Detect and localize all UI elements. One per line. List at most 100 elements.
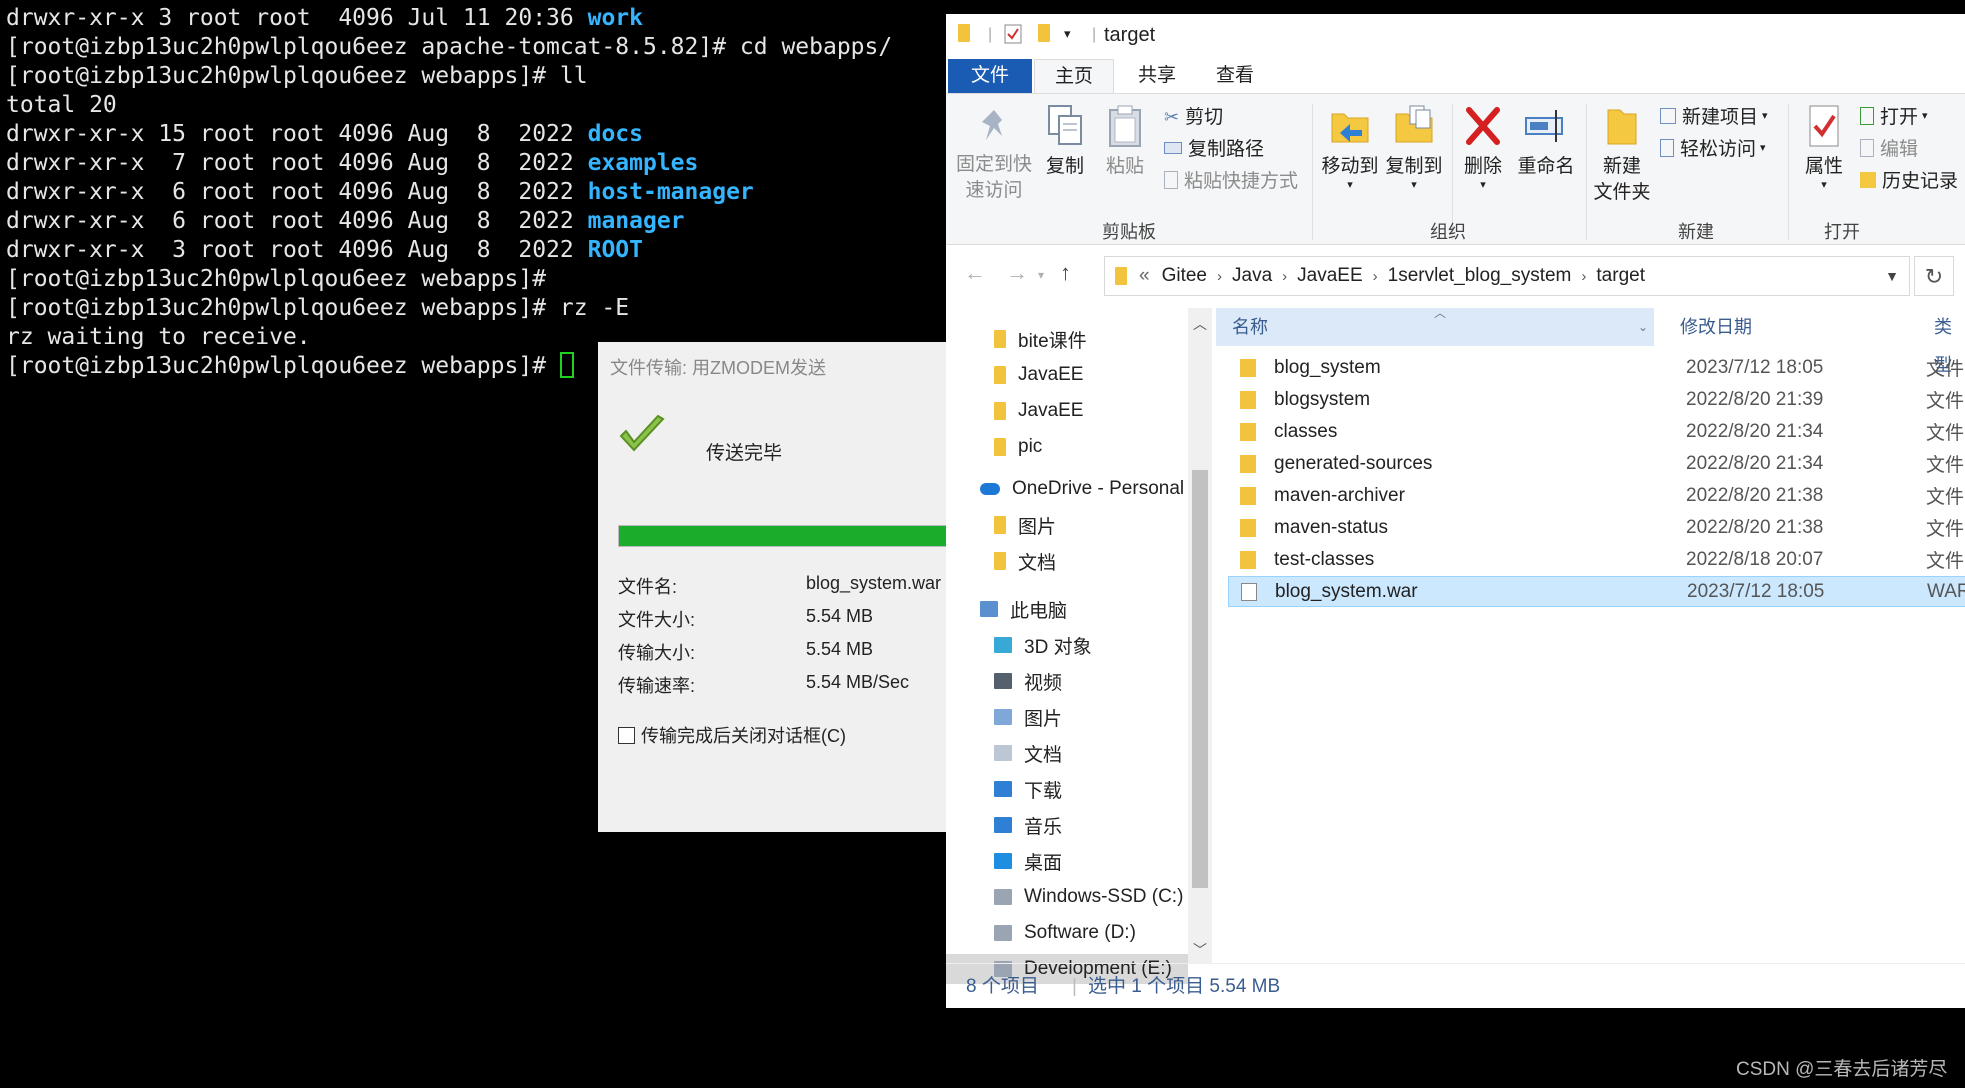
column-header-name[interactable]: 名称 ︿ ⌄ xyxy=(1216,306,1654,346)
tab-view[interactable]: 查看 xyxy=(1200,59,1270,93)
easy-access-button[interactable]: 轻松访问 ▾ xyxy=(1660,134,1766,161)
folder-icon xyxy=(1115,267,1127,285)
nav-item[interactable]: 下载 xyxy=(994,774,1062,804)
breadcrumb-overflow[interactable]: « xyxy=(1139,265,1150,287)
copy-button[interactable]: 复制 xyxy=(1040,104,1090,180)
nav-item[interactable]: 此电脑 xyxy=(980,594,1067,624)
folder-icon xyxy=(1240,358,1256,377)
ribbon-tabs: 文件 主页 共享 查看 xyxy=(946,59,1965,94)
copy-path-button[interactable]: 复制路径 xyxy=(1164,134,1264,161)
file-row[interactable]: maven-status 2022/8/20 21:38 文件 xyxy=(1228,512,1965,543)
quick-access-dropdown-icon[interactable]: ▾ xyxy=(1064,26,1071,42)
tab-file[interactable]: 文件 xyxy=(948,59,1032,93)
copy-to-button[interactable]: 复制到 ▾ xyxy=(1384,104,1444,191)
nav-item[interactable]: 音乐 xyxy=(994,810,1062,840)
nav-item[interactable]: Windows-SSD (C:) xyxy=(994,882,1183,912)
file-row[interactable]: blog_system 2023/7/12 18:05 文件 xyxy=(1228,352,1965,383)
music-icon xyxy=(994,817,1012,833)
folder-icon xyxy=(1240,422,1256,441)
dialog-title: 文件传输: 用ZMODEM发送 xyxy=(610,358,826,378)
move-to-icon xyxy=(1331,113,1369,143)
nav-item[interactable]: JavaEE xyxy=(994,360,1083,390)
file-row[interactable]: test-classes 2022/8/18 20:07 文件 xyxy=(1228,544,1965,575)
properties-button[interactable]: 属性 ▾ xyxy=(1794,104,1854,191)
paste-button[interactable]: 粘贴 xyxy=(1100,104,1150,180)
terminal-line: drwxr-xr-x 3 root root 4096 Jul 11 20:36… xyxy=(6,5,643,31)
refresh-icon[interactable]: ↻ xyxy=(1914,256,1954,296)
chevron-down-icon[interactable]: ▼ xyxy=(1885,268,1899,284)
properties-quick-icon[interactable] xyxy=(1004,24,1022,49)
edit-button[interactable]: 编辑 xyxy=(1860,134,1918,161)
nav-item-label: 文档 xyxy=(1024,744,1063,766)
terminal-line: drwxr-xr-x 15 root root 4096 Aug 8 2022 … xyxy=(6,121,643,147)
nav-item[interactable]: JavaEE xyxy=(994,396,1083,426)
file-row[interactable]: classes 2022/8/20 21:34 文件 xyxy=(1228,416,1965,447)
move-to-button[interactable]: 移动到 ▾ xyxy=(1320,104,1380,191)
terminal-prompt[interactable]: [root@izbp13uc2h0pwlplqou6eez webapps]# xyxy=(6,352,574,381)
new-folder-button[interactable]: 新建 文件夹 xyxy=(1592,104,1652,206)
nav-item-label: 音乐 xyxy=(1024,816,1063,838)
scroll-down-icon[interactable]: ﹀ xyxy=(1193,940,1207,960)
rename-button[interactable]: 重命名 xyxy=(1516,104,1576,180)
up-arrow-icon[interactable]: ↑ xyxy=(1060,260,1071,286)
nav-item[interactable]: 桌面 xyxy=(994,846,1062,876)
cube-icon xyxy=(994,637,1012,653)
breadcrumb-item[interactable]: 1servlet_blog_system xyxy=(1388,265,1572,287)
nav-item[interactable]: Software (D:) xyxy=(994,918,1136,948)
checkbox-box[interactable] xyxy=(618,726,635,744)
item-count: 8 个项目 xyxy=(966,976,1039,997)
file-row[interactable]: blogsystem 2022/8/20 21:39 文件 xyxy=(1228,384,1965,415)
history-button[interactable]: 历史记录 xyxy=(1860,166,1958,193)
nav-item[interactable]: 文档 xyxy=(994,738,1062,768)
terminal-window[interactable]: drwxr-xr-x 3 root root 4096 Jul 11 20:36… xyxy=(0,0,950,400)
nav-item[interactable]: OneDrive - Personal xyxy=(980,474,1184,504)
scroll-thumb[interactable] xyxy=(1192,470,1208,888)
tab-home[interactable]: 主页 xyxy=(1034,59,1114,93)
column-header-date[interactable]: 修改日期 xyxy=(1670,308,1930,346)
breadcrumb-item[interactable]: Gitee xyxy=(1162,265,1207,287)
close-on-complete-checkbox[interactable]: 传输完成后关闭对话框(C) xyxy=(618,722,846,748)
file-row[interactable]: maven-archiver 2022/8/20 21:38 文件 xyxy=(1228,480,1965,511)
forward-arrow-icon[interactable]: → xyxy=(1006,260,1028,286)
address-row: ← → ▾ ↑ « Gitee › Java › JavaEE › 1servlet_… xyxy=(946,246,1965,308)
chevron-right-icon: › xyxy=(1581,267,1587,285)
nav-item[interactable]: 3D 对象 xyxy=(994,630,1092,660)
cut-button[interactable]: ✂ 剪切 xyxy=(1164,102,1223,129)
new-item-icon xyxy=(1660,107,1676,124)
pin-quick-access-button[interactable]: 固定到快 速访问 xyxy=(954,106,1034,204)
video-icon xyxy=(994,673,1012,689)
open-icon xyxy=(1860,106,1874,125)
terminal-line: drwxr-xr-x 3 root root 4096 Aug 8 2022 R… xyxy=(6,237,643,263)
folder-icon xyxy=(994,366,1006,384)
folder-icon xyxy=(1240,518,1256,537)
open-button[interactable]: 打开 ▾ xyxy=(1860,102,1928,129)
breadcrumb-item[interactable]: Java xyxy=(1232,265,1272,287)
nav-item[interactable]: pic xyxy=(994,432,1042,462)
chevron-down-icon[interactable]: ⌄ xyxy=(1638,308,1648,346)
scroll-up-icon[interactable]: ︿ xyxy=(1193,314,1207,334)
back-arrow-icon[interactable]: ← xyxy=(964,260,986,286)
breadcrumb-item[interactable]: JavaEE xyxy=(1297,265,1362,287)
nav-item[interactable]: bite课件 xyxy=(994,324,1087,354)
file-row[interactable]: generated-sources 2022/8/20 21:34 文件 xyxy=(1228,448,1965,479)
address-bar[interactable]: « Gitee › Java › JavaEE › 1servlet_blog_sys… xyxy=(1104,256,1910,296)
nav-item-label: JavaEE xyxy=(1018,364,1084,385)
new-folder-quick-icon[interactable] xyxy=(1038,24,1050,47)
nav-item[interactable]: 视频 xyxy=(994,666,1062,696)
selection-info: 选中 1 个项目 5.54 MB xyxy=(1088,976,1281,997)
paste-shortcut-button[interactable]: 粘贴快捷方式 xyxy=(1164,166,1298,193)
file-row[interactable]: blog_system.war 2023/7/12 18:05 WAR xyxy=(1228,576,1965,607)
delete-button[interactable]: 删除 ▾ xyxy=(1458,104,1508,191)
recent-locations-icon[interactable]: ▾ xyxy=(1038,268,1044,282)
rename-icon xyxy=(1525,110,1563,142)
nav-item[interactable]: 图片 xyxy=(994,702,1062,732)
new-item-button[interactable]: 新建项目 ▾ xyxy=(1660,102,1768,129)
tab-share[interactable]: 共享 xyxy=(1122,59,1192,93)
column-header-type[interactable]: 类型 xyxy=(1924,308,1965,375)
breadcrumb-item[interactable]: target xyxy=(1596,265,1645,287)
nav-item-label: Windows-SSD (C:) xyxy=(1024,886,1184,907)
nav-item[interactable]: 文档 xyxy=(994,546,1056,576)
terminal-line: drwxr-xr-x 6 root root 4096 Aug 8 2022 h… xyxy=(6,179,754,205)
nav-scrollbar[interactable]: ︿ ﹀ xyxy=(1188,308,1212,963)
nav-item[interactable]: 图片 xyxy=(994,510,1056,540)
